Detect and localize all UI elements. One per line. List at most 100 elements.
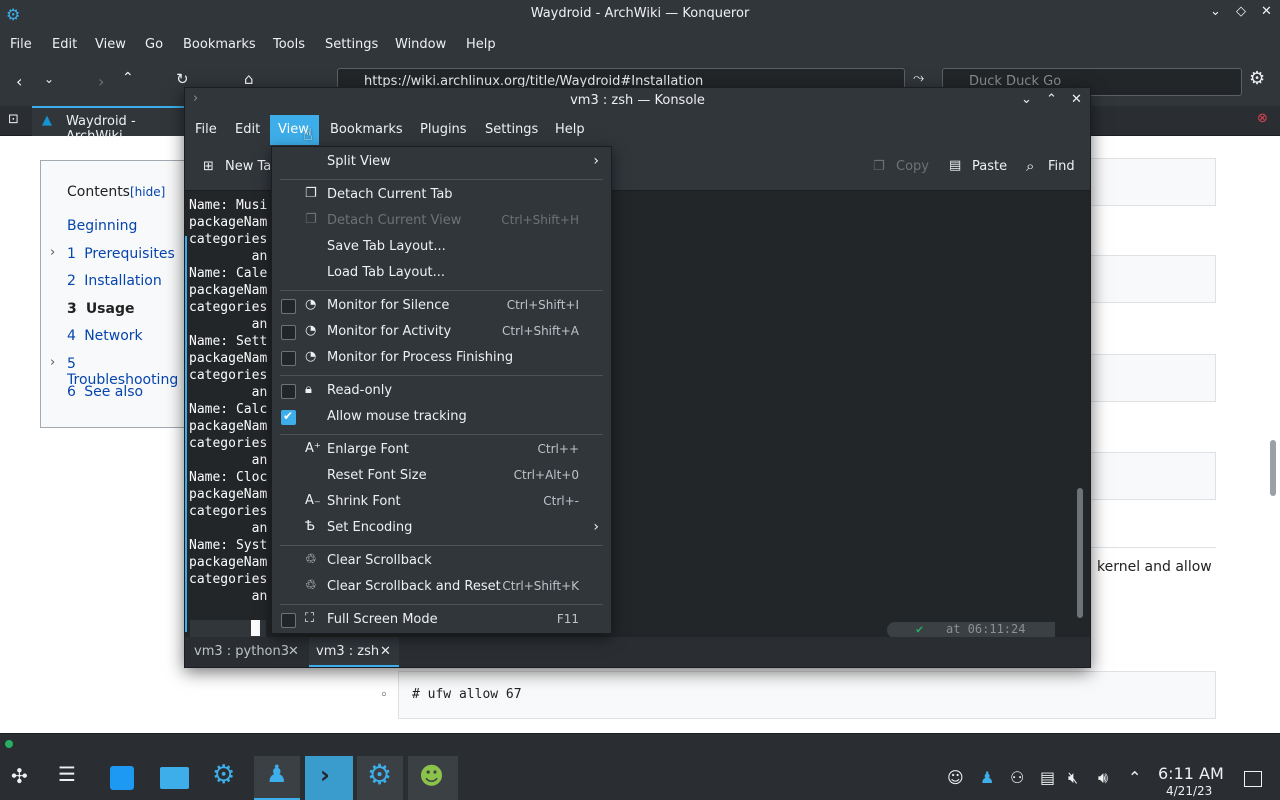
toc-item[interactable]: 6 See also — [67, 384, 143, 400]
minimize-icon[interactable]: ⌄ — [1021, 92, 1032, 107]
close-tab-icon[interactable]: ✕ — [380, 644, 391, 659]
app-launcher-icon[interactable]: ✣ — [11, 764, 28, 788]
clock-time[interactable]: 6:11 AM — [1158, 764, 1224, 783]
volume-icon[interactable]: 🔊︎ — [1098, 768, 1108, 788]
konsole-menu-file[interactable]: File — [195, 122, 217, 137]
clock-date[interactable]: 4/21/23 — [1166, 784, 1212, 798]
close-icon[interactable]: ✕ — [1071, 92, 1082, 107]
new-tab-button[interactable]: New Ta — [225, 159, 271, 174]
maximize-icon[interactable]: ◇ — [1236, 4, 1246, 19]
forward-icon[interactable]: › — [98, 72, 104, 91]
back-dropdown-icon[interactable]: ⌄ — [44, 72, 54, 86]
page-scrollbar[interactable] — [1266, 137, 1280, 733]
menu-tools[interactable]: Tools — [273, 37, 305, 52]
taskbar-task-konsole[interactable]: › — [305, 756, 353, 800]
menu-item-clear-scrollback[interactable]: ♲ Clear Scrollback — [272, 549, 611, 575]
menu-item-monitor-process[interactable]: ◔ Monitor for Process Finishing — [272, 346, 611, 372]
waydroid-tray-icon[interactable]: ♟ — [980, 768, 994, 787]
close-tab-icon[interactable]: ⊗ — [1257, 111, 1268, 126]
menu-help[interactable]: Help — [466, 37, 496, 52]
taskbar-task-active[interactable]: ♟ — [254, 756, 300, 800]
new-tab-icon[interactable]: ⊡ — [8, 112, 19, 127]
konsole-menu-bookmarks[interactable]: Bookmarks — [330, 122, 403, 137]
toc-item[interactable]: Beginning — [67, 218, 137, 234]
menu-file[interactable]: File — [10, 37, 32, 52]
expand-icon[interactable]: › — [50, 355, 55, 370]
new-tab-icon[interactable]: ⊞ — [203, 159, 214, 174]
detach-icon: ❐ — [305, 212, 317, 227]
konsole-tab-active[interactable]: vm3 : zsh ✕ — [309, 637, 399, 667]
menu-item-split-view[interactable]: Split View › — [272, 150, 611, 176]
konsole-title: vm3 : zsh — Konsole — [570, 93, 705, 108]
clipboard-icon[interactable]: ▤ — [1040, 768, 1055, 787]
menu-item-mouse-tracking[interactable]: ✔ Allow mouse tracking — [272, 405, 611, 431]
settings-gear-icon[interactable]: ⚙ — [1249, 68, 1265, 89]
close-tab-icon[interactable]: ✕ — [288, 644, 299, 659]
paste-button[interactable]: Paste — [972, 159, 1007, 174]
system-settings-icon[interactable]: ☰ — [58, 762, 76, 786]
menu-edit[interactable]: Edit — [52, 37, 77, 52]
menu-item-load-layout[interactable]: Load Tab Layout... — [272, 261, 611, 287]
menu-item-detach-tab[interactable]: ❐ Detach Current Tab — [272, 183, 611, 209]
konsole-menu-settings[interactable]: Settings — [485, 122, 538, 137]
menu-item-detach-view: ❐ Detach Current View Ctrl+Shift+H — [305, 212, 579, 228]
menu-item-enlarge-font[interactable]: A⁺ Enlarge Font Ctrl++ — [272, 438, 611, 464]
menu-item-full-screen[interactable]: ⛶ Full Screen Mode F11 — [272, 608, 611, 634]
up-icon[interactable]: ⌃ — [122, 70, 134, 86]
scrollbar-thumb[interactable] — [1270, 440, 1276, 496]
clear-icon: ♲ — [305, 552, 317, 567]
taskbar-task-browser[interactable]: ⚙ — [357, 756, 403, 800]
tray-expand-icon[interactable]: ⌃ — [1128, 768, 1141, 787]
menu-item-monitor-activity[interactable]: ◔ Monitor for Activity Ctrl+Shift+A — [272, 320, 611, 346]
menu-settings[interactable]: Settings — [325, 37, 378, 52]
konsole-menu-plugins[interactable]: Plugins — [420, 122, 467, 137]
copy-button[interactable]: Copy — [896, 159, 929, 174]
toc-item-current[interactable]: 3 Usage — [67, 301, 134, 317]
menu-window[interactable]: Window — [395, 37, 446, 52]
browser-tab[interactable]: ▲ Waydroid - ArchWiki — [32, 106, 192, 144]
separator — [280, 545, 603, 546]
taskbar-task-android[interactable]: ☻ — [408, 756, 458, 800]
mute-icon[interactable]: 🔇︎ — [1068, 768, 1078, 788]
konqueror-icon[interactable]: ⚙ — [212, 760, 235, 790]
menu-item-shrink-font[interactable]: A₋ Shrink Font Ctrl+- — [272, 490, 611, 516]
browser-titlebar: ⚙ Waydroid - ArchWiki — Konqueror ⌄ ◇ ✕ — [0, 0, 1280, 30]
menu-view[interactable]: View — [95, 37, 126, 52]
dolphin-icon[interactable] — [160, 767, 189, 789]
minimize-icon[interactable]: ⌄ — [1210, 4, 1221, 19]
close-icon[interactable]: ✕ — [1261, 4, 1272, 19]
menu-item-monitor-silence[interactable]: ◔ Monitor for Silence Ctrl+Shift+I — [272, 294, 611, 320]
android-icon: ☻ — [419, 762, 445, 790]
menu-bookmarks[interactable]: Bookmarks — [183, 37, 256, 52]
go-icon[interactable]: ⤳ — [913, 70, 924, 86]
toc-item[interactable]: 2 Installation — [67, 273, 162, 289]
konsole-tab[interactable]: vm3 : python3 ✕ — [189, 637, 305, 667]
user-icon[interactable]: ☺ — [947, 768, 964, 787]
menu-item-clear-reset[interactable]: ♲ Clear Scrollback and Reset Ctrl+Shift+K — [272, 575, 611, 601]
network-icon[interactable]: ⚇ — [1010, 768, 1024, 787]
terminal-scrollbar-thumb[interactable] — [1077, 488, 1083, 618]
discover-icon[interactable] — [110, 766, 134, 790]
toc-item[interactable]: 4 Network — [67, 328, 143, 344]
back-icon[interactable]: ‹ — [16, 72, 22, 91]
table-of-contents: Contents [hide] Beginning › 1 Prerequisi… — [40, 160, 190, 428]
konsole-menu-help[interactable]: Help — [555, 122, 585, 137]
reload-icon[interactable]: ↻ — [176, 70, 189, 88]
find-button[interactable]: Find — [1048, 159, 1075, 174]
menu-item-set-encoding[interactable]: Ѣ Set Encoding › — [272, 516, 611, 542]
view-menu: Split View › ❐ Detach Current Tab ❐ Detach … — [271, 146, 612, 634]
menu-go[interactable]: Go — [145, 37, 163, 52]
maximize-icon[interactable]: ⌃ — [1046, 92, 1057, 107]
terminal-line: packageNam — [189, 555, 268, 570]
bullet: ◦ — [380, 688, 388, 703]
show-desktop-icon[interactable] — [1244, 771, 1262, 787]
menu-item-read-only[interactable]: 🔒︎ Read-only — [272, 379, 611, 405]
home-icon[interactable]: ⌂ — [244, 70, 254, 88]
toc-hide-link[interactable]: [hide] — [130, 185, 165, 199]
menu-item-save-layout[interactable]: Save Tab Layout... — [272, 235, 611, 261]
toc-item[interactable]: 1 Prerequisites — [67, 246, 175, 262]
code-block — [1090, 158, 1216, 206]
menu-item-reset-font[interactable]: Reset Font Size Ctrl+Alt+0 — [272, 464, 611, 490]
konsole-menu-edit[interactable]: Edit — [235, 122, 260, 137]
expand-icon[interactable]: › — [50, 245, 55, 260]
